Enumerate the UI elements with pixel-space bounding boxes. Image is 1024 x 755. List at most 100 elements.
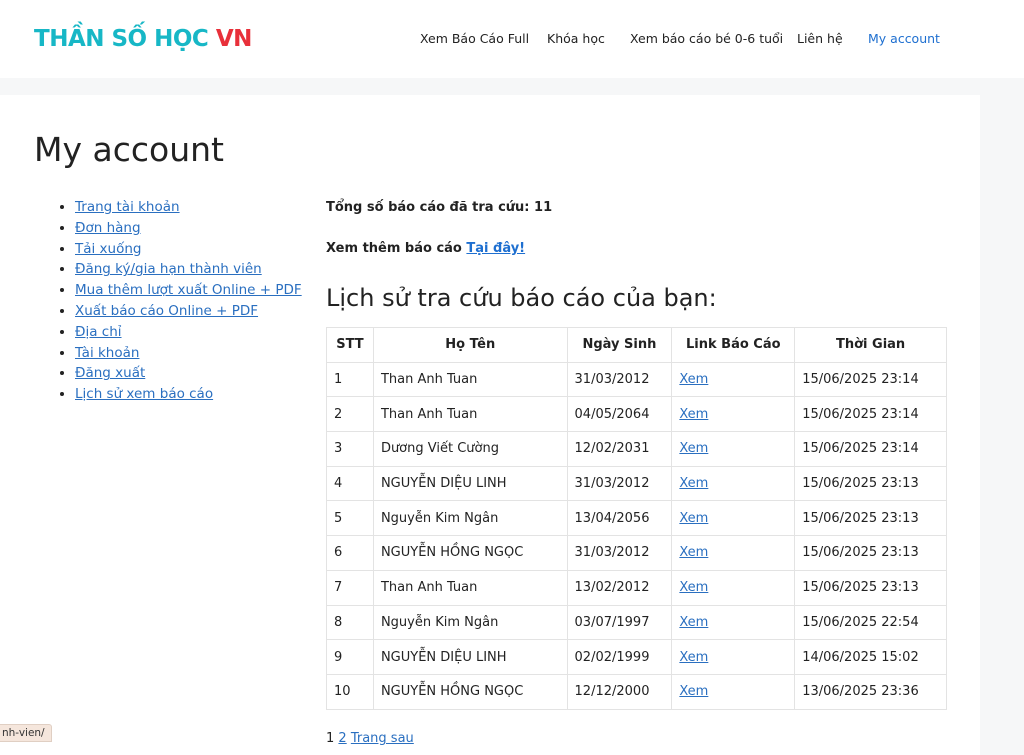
cell-stt: 2 — [326, 396, 374, 433]
table-row: 8 Nguyễn Kim Ngân 03/07/1997 Xem 15/06/2… — [326, 604, 947, 641]
account-nav-item: Đăng ký/gia hạn thành viên — [75, 259, 302, 280]
cell-time: 13/06/2025 23:36 — [794, 673, 947, 710]
account-nav-item: Địa chỉ — [75, 322, 302, 343]
cell-link: Xem — [671, 396, 796, 433]
cell-dob: 31/03/2012 — [566, 535, 673, 571]
pagination-next-link[interactable]: Trang sau — [351, 731, 414, 746]
cell-dob: 03/07/1997 — [566, 604, 673, 641]
pagination-page-2[interactable]: 2 — [338, 731, 346, 746]
cell-name: NGUYỄN HỒNG NGỌC — [372, 673, 568, 710]
table-row: 1 Than Anh Tuan 31/03/2012 Xem 15/06/202… — [326, 361, 947, 398]
account-nav-history-link[interactable]: Lịch sử xem báo cáo — [75, 386, 213, 402]
cell-name: Than Anh Tuan — [372, 569, 568, 606]
account-nav-logout-link[interactable]: Đăng xuất — [75, 365, 145, 381]
account-nav-buy-exports-link[interactable]: Mua thêm lượt xuất Online + PDF — [75, 282, 302, 298]
more-reports-link[interactable]: Tại đây! — [466, 241, 525, 256]
cell-time: 15/06/2025 23:13 — [794, 569, 947, 606]
cell-link: Xem — [671, 535, 796, 571]
account-nav-account-link[interactable]: Tài khoản — [75, 345, 139, 361]
browser-status-url: nh-vien/ — [0, 724, 52, 742]
nav-item-my-account[interactable]: My account — [868, 30, 940, 48]
account-nav-item: Tải xuống — [75, 239, 302, 260]
account-navigation: Trang tài khoản Đơn hàng Tải xuống Đăng … — [34, 197, 302, 405]
cell-stt: 1 — [326, 361, 374, 398]
more-reports-text: Xem thêm báo cáo — [326, 241, 462, 256]
cell-dob: 13/02/2012 — [566, 569, 673, 606]
nav-item-contact[interactable]: Liên hệ — [797, 30, 843, 48]
cell-link: Xem — [671, 569, 796, 606]
logo-text-vn: VN — [215, 26, 253, 52]
column-header-link: Link Báo Cáo — [671, 327, 796, 363]
cell-name: Nguyễn Kim Ngân — [372, 604, 568, 641]
table-row: 10 NGUYỄN HỒNG NGỌC 12/12/2000 Xem 13/06… — [326, 673, 947, 710]
view-report-link[interactable]: Xem — [679, 650, 708, 665]
view-report-link[interactable]: Xem — [679, 476, 708, 491]
history-table: STT Họ Tên Ngày Sinh Link Báo Cáo Thời G… — [326, 327, 947, 710]
cell-link: Xem — [671, 673, 796, 710]
cell-name: Nguyễn Kim Ngân — [372, 500, 568, 537]
cell-time: 15/06/2025 23:14 — [794, 396, 947, 433]
nav-item-courses[interactable]: Khóa học — [547, 30, 605, 48]
account-nav-item: Lịch sử xem báo cáo — [75, 384, 302, 405]
view-report-link[interactable]: Xem — [679, 511, 708, 526]
cell-name: Than Anh Tuan — [372, 396, 568, 433]
account-nav-downloads-link[interactable]: Tải xuống — [75, 241, 142, 257]
table-row: 4 NGUYỄN DIỆU LINH 31/03/2012 Xem 15/06/… — [326, 465, 947, 502]
cell-stt: 3 — [326, 431, 374, 467]
nav-item-kids-report[interactable]: Xem báo cáo bé 0-6 tuổi — [630, 30, 783, 48]
cell-name: NGUYỄN HỒNG NGỌC — [372, 535, 568, 571]
account-nav-item: Mua thêm lượt xuất Online + PDF — [75, 280, 302, 301]
site-header: THẦN SỐ HỌC VN Xem Báo Cáo Full Khóa học… — [0, 0, 1024, 78]
account-nav-membership-link[interactable]: Đăng ký/gia hạn thành viên — [75, 261, 262, 277]
account-nav-item: Tài khoản — [75, 343, 302, 364]
view-report-link[interactable]: Xem — [679, 545, 708, 560]
table-row: 5 Nguyễn Kim Ngân 13/04/2056 Xem 15/06/2… — [326, 500, 947, 537]
cell-name: Than Anh Tuan — [372, 361, 568, 398]
account-nav-item: Trang tài khoản — [75, 197, 302, 218]
report-count-label: Tổng số báo cáo đã tra cứu: — [326, 200, 530, 215]
table-row: 2 Than Anh Tuan 04/05/2064 Xem 15/06/202… — [326, 396, 947, 433]
view-report-link[interactable]: Xem — [679, 684, 708, 699]
more-reports-line: Xem thêm báo cáo Tại đây! — [326, 240, 525, 258]
account-nav-item: Đơn hàng — [75, 218, 302, 239]
cell-name: Dương Viết Cường — [372, 431, 568, 467]
pagination-current: 1 — [326, 731, 335, 746]
cell-stt: 10 — [326, 673, 374, 710]
cell-stt: 9 — [326, 639, 374, 675]
view-report-link[interactable]: Xem — [679, 407, 708, 422]
cell-time: 15/06/2025 23:13 — [794, 500, 947, 537]
account-nav-item: Đăng xuất — [75, 363, 302, 384]
cell-name: NGUYỄN DIỆU LINH — [372, 639, 568, 675]
account-nav-export-report-link[interactable]: Xuất báo cáo Online + PDF — [75, 303, 258, 319]
account-nav-orders-link[interactable]: Đơn hàng — [75, 220, 141, 236]
cell-time: 15/06/2025 22:54 — [794, 604, 947, 641]
cell-stt: 8 — [326, 604, 374, 641]
column-header-time: Thời Gian — [794, 327, 947, 363]
cell-dob: 31/03/2012 — [566, 361, 673, 398]
account-nav-dashboard-link[interactable]: Trang tài khoản — [75, 199, 180, 215]
cell-time: 14/06/2025 15:02 — [794, 639, 947, 675]
cell-link: Xem — [671, 604, 796, 641]
cell-time: 15/06/2025 23:14 — [794, 361, 947, 398]
cell-link: Xem — [671, 500, 796, 537]
table-row: 6 NGUYỄN HỒNG NGỌC 31/03/2012 Xem 15/06/… — [326, 535, 947, 571]
view-report-link[interactable]: Xem — [679, 441, 708, 456]
cell-dob: 02/02/1999 — [566, 639, 673, 675]
cell-name: NGUYỄN DIỆU LINH — [372, 465, 568, 502]
account-nav-address-link[interactable]: Địa chỉ — [75, 324, 122, 340]
view-report-link[interactable]: Xem — [679, 580, 708, 595]
account-nav-item: Xuất báo cáo Online + PDF — [75, 301, 302, 322]
logo-text-main: THẦN SỐ HỌC — [34, 26, 209, 52]
cell-dob: 12/12/2000 — [566, 673, 673, 710]
view-report-link[interactable]: Xem — [679, 615, 708, 630]
table-header-row: STT Họ Tên Ngày Sinh Link Báo Cáo Thời G… — [326, 327, 947, 363]
site-logo[interactable]: THẦN SỐ HỌC VN — [34, 24, 252, 54]
cell-time: 15/06/2025 23:14 — [794, 431, 947, 467]
cell-dob: 31/03/2012 — [566, 465, 673, 502]
column-header-stt: STT — [326, 327, 374, 363]
page-title: My account — [34, 130, 224, 169]
view-report-link[interactable]: Xem — [679, 372, 708, 387]
column-header-dob: Ngày Sinh — [566, 327, 673, 363]
nav-item-full-report[interactable]: Xem Báo Cáo Full — [420, 30, 529, 48]
cell-dob: 12/02/2031 — [566, 431, 673, 467]
